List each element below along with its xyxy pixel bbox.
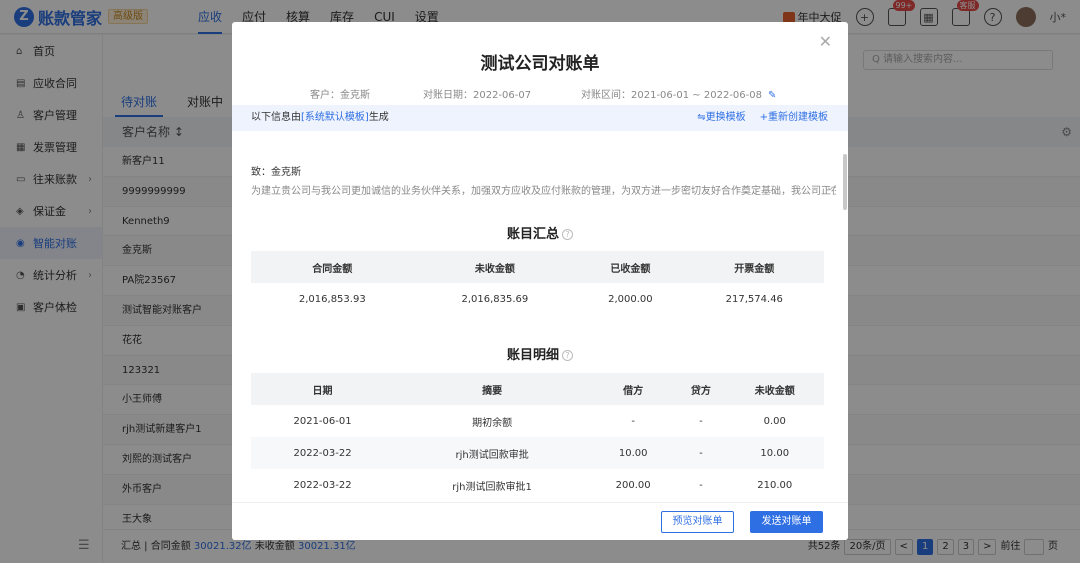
modal-footer: 预览对账单 发送对账单 — [232, 502, 848, 540]
modal-title: 测试公司对账单 — [480, 54, 600, 74]
tip-text: 以下信息由 — [251, 112, 301, 123]
edit-icon[interactable]: ✎ — [768, 90, 776, 101]
detail-cell: 2021-06-01 — [293, 415, 352, 427]
intro-text: 为建立贵公司与我公司更加诚信的业务伙伴关系，加强双方应收及应付账款的管理，为双方… — [251, 186, 836, 197]
detail-cell: 期初余额 — [472, 417, 513, 429]
summary-table: 合同金额 未收金额 已收金额 开票金额 2,016,853.93 2,016,8… — [251, 251, 824, 315]
detail-header: 未收金额 — [725, 373, 824, 405]
detail-cell: 2022-03-22 — [251, 437, 395, 469]
meta-range: 对账区间：2021-06-01 ~ 2022-06-08 ✎ — [581, 86, 776, 101]
help-icon[interactable]: ? — [562, 350, 573, 361]
detail-title-text: 账目明细 — [506, 348, 559, 363]
send-statement-button[interactable]: 发送对账单 — [750, 511, 823, 533]
summary-section-title: 账目汇总? — [232, 223, 848, 242]
change-template-link[interactable]: ⇋更换模板 — [697, 105, 745, 131]
detail-cell: - — [676, 437, 726, 469]
modal-scrollbar[interactable] — [843, 154, 847, 210]
detail-cell: 10.00 — [725, 437, 824, 469]
detail-cell: 2022-03-22 — [293, 479, 352, 491]
detail-cell: 0.00 — [763, 415, 786, 427]
detail-header: 借方 — [590, 373, 677, 405]
table-row: 2022-03-22 rjh测试回款审批1 200.00 - 210.00 — [251, 469, 824, 501]
table-row: 2022-03-22 rjh测试回款审批 10.00 - 10.00 — [251, 437, 824, 469]
detail-cell: - — [631, 415, 635, 427]
help-icon[interactable]: ? — [562, 229, 573, 240]
detail-cell: rjh测试回款审批1 — [452, 481, 532, 493]
detail-header: 摘要 — [394, 373, 591, 405]
statement-modal: ✕ 测试公司对账单 客户：金克斯 对账日期：2022-06-07 对账区间：20… — [232, 22, 848, 540]
meta-range-text: 对账区间：2021-06-01 ~ 2022-06-08 — [581, 90, 762, 101]
preview-statement-button[interactable]: 预览对账单 — [661, 511, 734, 533]
template-tip-bar: 以下信息由[系统默认模板]生成 ⇋更换模板 +重新创建模板 — [232, 105, 848, 131]
detail-cell: 10.00 — [590, 437, 677, 469]
recipient-line: 致：金克斯 — [251, 167, 301, 178]
template-link[interactable]: [系统默认模板] — [301, 112, 369, 123]
detail-cell: 200.00 — [615, 479, 651, 491]
summary-title-text: 账目汇总 — [506, 227, 559, 242]
summary-value: 2,000.00 — [608, 293, 653, 305]
detail-header: 日期 — [251, 373, 395, 405]
summary-value: 217,574.46 — [725, 293, 783, 305]
detail-header: 贷方 — [676, 373, 726, 405]
table-row: 2021-06-01 期初余额 - - 0.00 — [251, 405, 824, 437]
detail-cell: - — [699, 479, 703, 491]
meta-customer: 客户：金克斯 — [310, 90, 370, 101]
summary-value: 2,016,853.93 — [298, 293, 366, 305]
tip-text-suffix: 生成 — [368, 112, 389, 123]
summary-header: 已收金额 — [576, 251, 685, 283]
detail-section-title: 账目明细? — [232, 344, 848, 363]
summary-value: 2,016,835.69 — [461, 293, 529, 305]
tip-actions: ⇋更换模板 +重新创建模板 — [697, 105, 828, 131]
summary-header: 开票金额 — [684, 251, 824, 283]
detail-cell: 210.00 — [757, 479, 793, 491]
meta-date: 对账日期：2022-06-07 — [423, 90, 532, 101]
detail-table: 日期 摘要 借方 贷方 未收金额 2021-06-01 期初余额 - - 0.0… — [251, 373, 824, 501]
detail-cell: - — [699, 415, 703, 427]
summary-header: 合同金额 — [251, 251, 414, 283]
summary-header: 未收金额 — [413, 251, 577, 283]
chevron-down-icon[interactable]: ⌄ — [826, 182, 834, 193]
recreate-template-link[interactable]: +重新创建模板 — [760, 105, 828, 131]
detail-cell: rjh测试回款审批 — [394, 437, 591, 469]
